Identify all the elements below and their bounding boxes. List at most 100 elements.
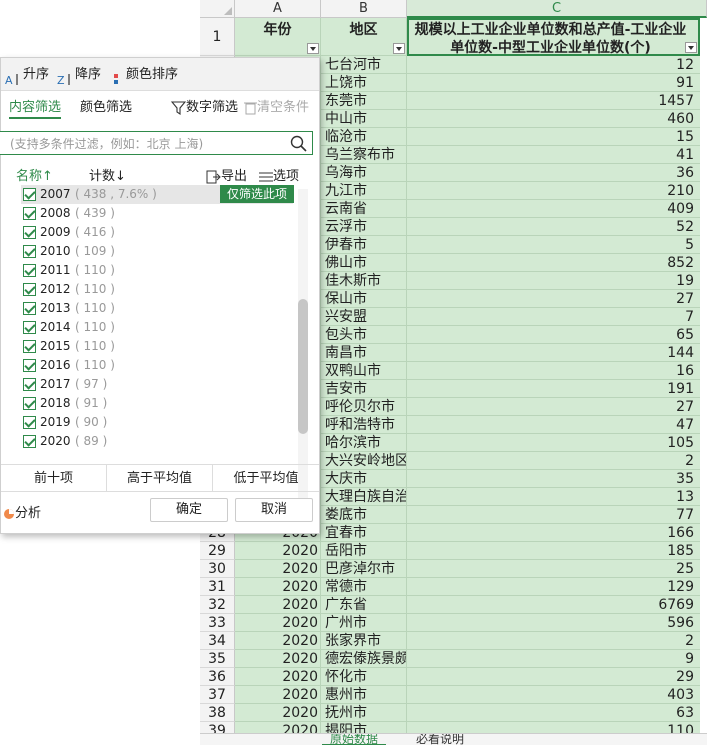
cell-region[interactable]: 东莞市 — [321, 92, 407, 110]
filter-dropdown-icon[interactable] — [307, 43, 319, 54]
cell-year[interactable]: 2020 — [235, 668, 321, 686]
cell-value[interactable]: 15 — [407, 128, 700, 146]
cell-value[interactable]: 12 — [407, 56, 700, 74]
cell-region[interactable]: 包头市 — [321, 326, 407, 344]
item-checkbox[interactable] — [23, 226, 36, 239]
filter-list-item[interactable]: 2010 ( 109 ) — [21, 242, 293, 261]
search-icon[interactable] — [290, 135, 307, 152]
cell-region[interactable]: 中山市 — [321, 110, 407, 128]
item-checkbox[interactable] — [23, 207, 36, 220]
cell-value[interactable]: 105 — [407, 434, 700, 452]
cell-region[interactable]: 伊春市 — [321, 236, 407, 254]
export-button[interactable]: 导出 — [206, 165, 247, 184]
cell-region[interactable]: 大庆市 — [321, 470, 407, 488]
cell-region[interactable]: 乌兰察布市 — [321, 146, 407, 164]
cell-year[interactable]: 2020 — [235, 596, 321, 614]
cell-region[interactable]: 大兴安岭地区 — [321, 452, 407, 470]
column-header-b[interactable]: B — [321, 0, 407, 18]
sort-by-count[interactable]: 计数↓ — [89, 165, 126, 184]
scrollbar-thumb[interactable] — [298, 299, 308, 434]
tab-color-filter[interactable]: 颜色筛选 — [80, 99, 132, 117]
row-number[interactable]: 32 — [200, 596, 235, 614]
cell-value[interactable]: 129 — [407, 578, 700, 596]
cell-value[interactable]: 41 — [407, 146, 700, 164]
cell-region[interactable]: 哈尔滨市 — [321, 434, 407, 452]
cell-region[interactable]: 兴安盟 — [321, 308, 407, 326]
cell-region[interactable]: 云浮市 — [321, 218, 407, 236]
item-checkbox[interactable] — [23, 416, 36, 429]
cell-region[interactable]: 双鸭山市 — [321, 362, 407, 380]
cell-year[interactable]: 2020 — [235, 578, 321, 596]
cell-value[interactable]: 460 — [407, 110, 700, 128]
cell-region[interactable]: 巴彦淖尔市 — [321, 560, 407, 578]
filter-list-item[interactable]: 2017 ( 97 ) — [21, 375, 293, 394]
filter-list-item[interactable]: 2009 ( 416 ) — [21, 223, 293, 242]
sort-by-name[interactable]: 名称↑ — [16, 165, 53, 184]
cell-value[interactable]: 35 — [407, 470, 700, 488]
ok-button[interactable]: 确定 — [150, 498, 228, 522]
cell-region[interactable]: 南昌市 — [321, 344, 407, 362]
top-ten-button[interactable]: 前十项 — [1, 465, 107, 492]
cell-region[interactable]: 上饶市 — [321, 74, 407, 92]
filter-dropdown-icon[interactable] — [685, 42, 697, 53]
filter-dropdown-icon[interactable] — [393, 43, 405, 54]
cell-value[interactable]: 47 — [407, 416, 700, 434]
row-number[interactable]: 35 — [200, 650, 235, 668]
cell-region[interactable]: 广东省 — [321, 596, 407, 614]
cell-value[interactable]: 25 — [407, 560, 700, 578]
cell-region[interactable]: 佳木斯市 — [321, 272, 407, 290]
cell-region[interactable]: 抚州市 — [321, 704, 407, 722]
item-checkbox[interactable] — [23, 245, 36, 258]
filter-only-this-button[interactable]: 仅筛选此项 — [220, 185, 294, 203]
row-number[interactable]: 36 — [200, 668, 235, 686]
item-checkbox[interactable] — [23, 188, 36, 201]
sort-by-color-button[interactable]: 颜色排序 — [113, 58, 178, 91]
analyze-button[interactable]: 分析 — [3, 502, 41, 521]
row-number[interactable]: 29 — [200, 542, 235, 560]
cell-region[interactable]: 常德市 — [321, 578, 407, 596]
cell-value[interactable]: 403 — [407, 686, 700, 704]
cell-year[interactable]: 2020 — [235, 650, 321, 668]
item-checkbox[interactable] — [23, 264, 36, 277]
cell-value[interactable]: 852 — [407, 254, 700, 272]
filter-list-item[interactable]: 2012 ( 110 ) — [21, 280, 293, 299]
item-checkbox[interactable] — [23, 302, 36, 315]
cell-value[interactable]: 7 — [407, 308, 700, 326]
list-scrollbar[interactable] — [298, 189, 308, 509]
cell-region[interactable]: 七台河市 — [321, 56, 407, 74]
cell-region[interactable]: 大理白族自治州 — [321, 488, 407, 506]
clear-conditions-button[interactable]: 清空条件 — [244, 99, 309, 117]
filter-list-item[interactable]: 2019 ( 90 ) — [21, 413, 293, 432]
cell-region[interactable]: 广州市 — [321, 614, 407, 632]
cancel-button[interactable]: 取消 — [235, 498, 313, 522]
filter-list-item[interactable]: 2014 ( 110 ) — [21, 318, 293, 337]
column-header-c[interactable]: C — [407, 0, 707, 18]
cell-value[interactable]: 63 — [407, 704, 700, 722]
cell-region[interactable]: 惠州市 — [321, 686, 407, 704]
row-number[interactable]: 33 — [200, 614, 235, 632]
row-number[interactable]: 30 — [200, 560, 235, 578]
cell-year[interactable]: 2020 — [235, 542, 321, 560]
header-cell-year[interactable]: 年份 — [235, 18, 321, 56]
cell-value[interactable]: 2 — [407, 452, 700, 470]
cell-value[interactable]: 596 — [407, 614, 700, 632]
cell-value[interactable]: 2 — [407, 632, 700, 650]
options-button[interactable]: 选项 — [259, 165, 299, 184]
item-checkbox[interactable] — [23, 378, 36, 391]
cell-value[interactable]: 91 — [407, 74, 700, 92]
cell-region[interactable]: 张家界市 — [321, 632, 407, 650]
row-number[interactable]: 1 — [200, 18, 235, 56]
cell-value[interactable]: 65 — [407, 326, 700, 344]
cell-region[interactable]: 怀化市 — [321, 668, 407, 686]
sort-asc-button[interactable]: A 升序 — [5, 58, 49, 91]
select-all-corner[interactable] — [200, 0, 235, 18]
above-average-button[interactable]: 高于平均值 — [107, 465, 213, 492]
below-average-button[interactable]: 低于平均值 — [213, 465, 319, 492]
filter-search-input[interactable]: (支持多条件过滤，例如：北京 上海) — [0, 131, 313, 155]
cell-value[interactable]: 13 — [407, 488, 700, 506]
cell-value[interactable]: 27 — [407, 398, 700, 416]
cell-value[interactable]: 52 — [407, 218, 700, 236]
cell-region[interactable]: 娄底市 — [321, 506, 407, 524]
cell-value[interactable]: 27 — [407, 290, 700, 308]
filter-list-item[interactable]: 2011 ( 110 ) — [21, 261, 293, 280]
